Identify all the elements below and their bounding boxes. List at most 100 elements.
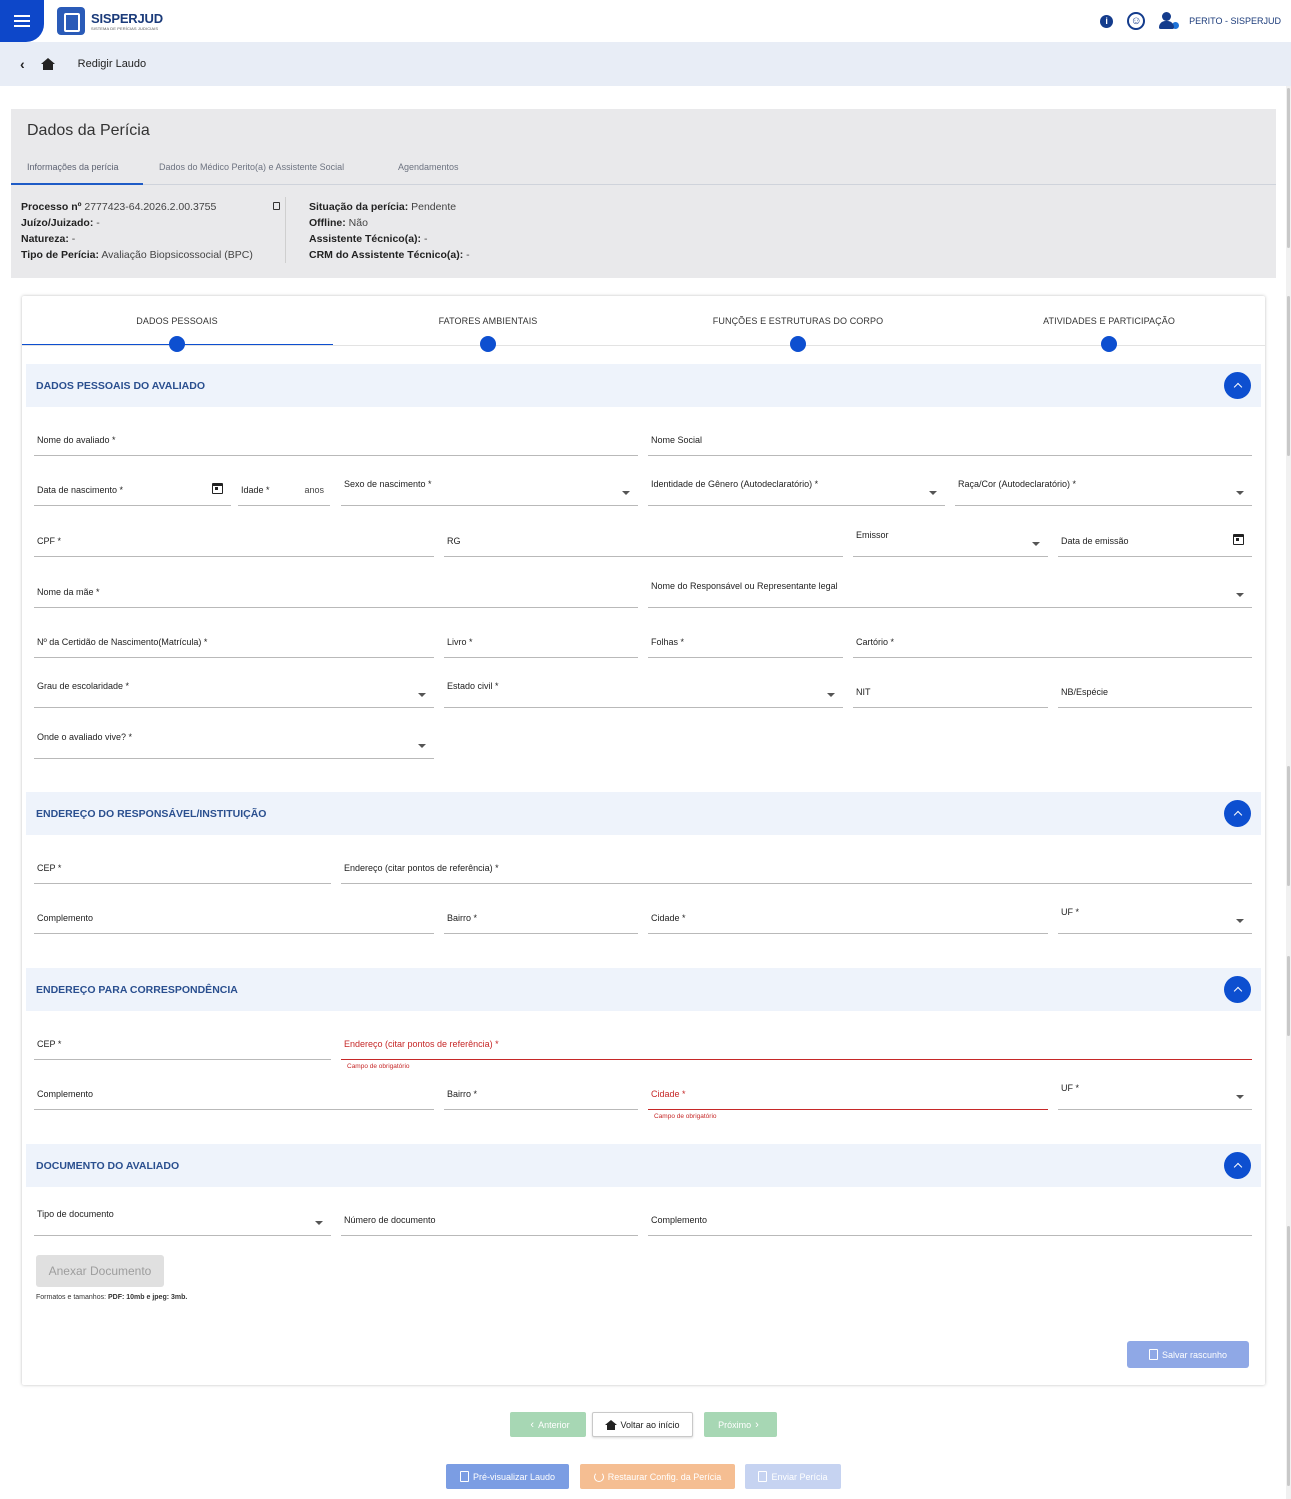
info-icon[interactable]: i: [1100, 14, 1114, 28]
section-endereco-responsavel: ENDEREÇO DO RESPONSÁVEL/INSTITUIÇÃO: [26, 792, 1261, 835]
chevron-down-icon: [418, 693, 426, 697]
nit-field[interactable]: NIT: [853, 678, 1048, 708]
processo-number: 2777423-64.2026.2.00.3755: [84, 201, 217, 213]
nb-especie-field[interactable]: NB/Espécie: [1058, 678, 1252, 708]
page-title: Redigir Laudo: [77, 58, 147, 70]
home-icon[interactable]: [40, 57, 55, 71]
cpf-field[interactable]: CPF *: [34, 527, 434, 557]
data-emissao-field[interactable]: Data de emissão: [1058, 527, 1252, 557]
resp-cep-field[interactable]: CEP *: [34, 854, 331, 884]
escolaridade-select[interactable]: Grau de escolaridade *: [34, 678, 434, 708]
tab-medico-perito[interactable]: Dados do Médico Perito(a) e Assistente S…: [159, 162, 344, 172]
anterior-button[interactable]: ‹ Anterior: [510, 1412, 586, 1437]
user-label[interactable]: PERITO - SISPERJUD: [1189, 16, 1281, 26]
corr-uf-select[interactable]: UF *: [1058, 1080, 1252, 1110]
corr-complemento-field[interactable]: Complemento: [34, 1080, 434, 1110]
pericia-info-left: Processo nº 2777423-64.2026.2.00.3755 Ju…: [21, 199, 286, 263]
nome-field[interactable]: Nome do avaliado *: [34, 426, 638, 456]
scrollbar[interactable]: [1286, 86, 1291, 1499]
collapse-button[interactable]: [1224, 372, 1251, 399]
nome-mae-field[interactable]: Nome da mãe *: [34, 578, 638, 608]
idade-field[interactable]: Idade * anos: [238, 476, 330, 506]
resp-endereco-field[interactable]: Endereço (citar pontos de referência) *: [341, 854, 1252, 884]
proximo-button[interactable]: Próximo ›: [704, 1412, 777, 1437]
pericia-card: Dados da Perícia Informações da perícia …: [11, 109, 1276, 278]
section-endereco-correspondencia: ENDEREÇO PARA CORRESPONDÊNCIA: [26, 968, 1261, 1011]
voltar-inicio-button[interactable]: Voltar ao início: [592, 1412, 693, 1437]
resp-cidade-field[interactable]: Cidade *: [648, 904, 1048, 934]
home-icon: [605, 1419, 618, 1430]
raca-select[interactable]: Raça/Cor (Autodeclaratório) *: [955, 476, 1252, 506]
restaurar-config-button[interactable]: Restaurar Config. da Perícia: [580, 1464, 735, 1489]
chevron-down-icon: [1032, 542, 1040, 546]
resp-bairro-field[interactable]: Bairro *: [444, 904, 638, 934]
calendar-icon[interactable]: [1233, 534, 1244, 545]
document-icon: [758, 1471, 768, 1482]
pre-visualizar-laudo-button[interactable]: Pré-visualizar Laudo: [446, 1464, 569, 1489]
estado-civil-select[interactable]: Estado civil *: [444, 678, 843, 708]
chevron-down-icon: [827, 693, 835, 697]
collapse-button[interactable]: [1224, 976, 1251, 1003]
rg-field[interactable]: RG: [444, 527, 843, 557]
laudo-form: DADOS PESSOAIS FATORES AMBIENTAIS FUNÇÕE…: [22, 296, 1265, 1385]
livro-field[interactable]: Livro *: [444, 628, 638, 658]
app-logo[interactable]: SISPERJUD SISTEMA DE PERÍCIAS JUDICIAIS: [57, 6, 163, 36]
logo-subtitle: SISTEMA DE PERÍCIAS JUDICIAIS: [91, 25, 159, 31]
chevron-down-icon: [622, 491, 630, 495]
doc-complemento-field[interactable]: Complemento: [648, 1206, 1252, 1236]
collapse-button[interactable]: [1224, 800, 1251, 827]
active-tab-indicator: [11, 183, 143, 185]
stepper: DADOS PESSOAIS FATORES AMBIENTAIS FUNÇÕE…: [22, 296, 1265, 352]
calendar-icon[interactable]: [212, 483, 223, 494]
resp-uf-select[interactable]: UF *: [1058, 904, 1252, 934]
menu-button[interactable]: [0, 0, 44, 42]
resp-complemento-field[interactable]: Complemento: [34, 904, 434, 934]
cartorio-field[interactable]: Cartório *: [853, 628, 1252, 658]
step-fatores-ambientais[interactable]: FATORES AMBIENTAIS: [333, 296, 643, 352]
pericia-tabs: Informações da perícia Dados do Médico P…: [11, 157, 1276, 185]
chevron-right-icon: ›: [755, 1418, 759, 1431]
accessibility-icon[interactable]: ☺: [1127, 12, 1146, 30]
tab-agendamentos[interactable]: Agendamentos: [398, 162, 459, 172]
certidao-field[interactable]: Nº da Certidão de Nascimento(Matrícula) …: [34, 628, 434, 658]
step-dados-pessoais[interactable]: DADOS PESSOAIS: [22, 296, 332, 352]
section-documento: DOCUMENTO DO AVALIADO: [26, 1144, 1261, 1187]
corr-bairro-field[interactable]: Bairro *: [444, 1080, 638, 1110]
restore-icon: [593, 1471, 604, 1482]
hamburger-icon: [14, 20, 30, 22]
corr-cidade-field[interactable]: Cidade *: [648, 1080, 1048, 1110]
step-atividades[interactable]: ATIVIDADES E PARTICIPAÇÃO: [954, 296, 1264, 352]
salvar-rascunho-button[interactable]: Salvar rascunho: [1127, 1341, 1249, 1368]
enviar-pericia-button[interactable]: Enviar Perícia: [745, 1464, 841, 1489]
anexar-documento-button[interactable]: Anexar Documento: [36, 1255, 164, 1287]
active-step-indicator: [22, 344, 333, 345]
logo-title: SISPERJUD: [91, 10, 163, 26]
top-header: SISPERJUD SISTEMA DE PERÍCIAS JUDICIAIS …: [0, 0, 1291, 42]
step-dot: [790, 336, 806, 352]
error-message: Campo de obrigatório: [654, 1113, 717, 1120]
corr-cep-field[interactable]: CEP *: [34, 1030, 331, 1060]
tab-informacoes[interactable]: Informações da perícia: [27, 162, 119, 172]
sexo-select[interactable]: Sexo de nascimento *: [341, 476, 638, 506]
genero-select[interactable]: Identidade de Gênero (Autodeclaratório) …: [648, 476, 945, 506]
section-dados-pessoais: DADOS PESSOAIS DO AVALIADO: [26, 364, 1261, 407]
chevron-left-icon: ‹: [530, 1418, 535, 1431]
collapse-button[interactable]: [1224, 1152, 1251, 1179]
folhas-field[interactable]: Folhas *: [648, 628, 843, 658]
user-settings-icon[interactable]: [1159, 12, 1181, 30]
back-arrow-icon[interactable]: ‹: [20, 56, 25, 72]
nome-social-field[interactable]: Nome Social: [648, 426, 1252, 456]
numero-documento-field[interactable]: Número de documento: [341, 1206, 638, 1236]
tipo-documento-select[interactable]: Tipo de documento: [34, 1206, 331, 1236]
chevron-down-icon: [1236, 1095, 1244, 1099]
onde-vive-select[interactable]: Onde o avaliado vive? *: [34, 729, 434, 759]
pericia-info-right: Situação da perícia: Pendente Offline: N…: [309, 201, 470, 261]
error-message: Campo de obrigatório: [347, 1063, 410, 1070]
data-nascimento-field[interactable]: Data de nascimento *: [34, 476, 231, 506]
corr-endereco-field[interactable]: Endereço (citar pontos de referência) *: [341, 1030, 1252, 1060]
step-funcoes-estruturas[interactable]: FUNÇÕES E ESTRUTURAS DO CORPO: [643, 296, 953, 352]
step-dot: [480, 336, 496, 352]
emissor-select[interactable]: Emissor: [853, 527, 1048, 557]
responsavel-select[interactable]: Nome do Responsável ou Representante leg…: [648, 578, 1252, 608]
copy-icon[interactable]: [273, 202, 280, 210]
